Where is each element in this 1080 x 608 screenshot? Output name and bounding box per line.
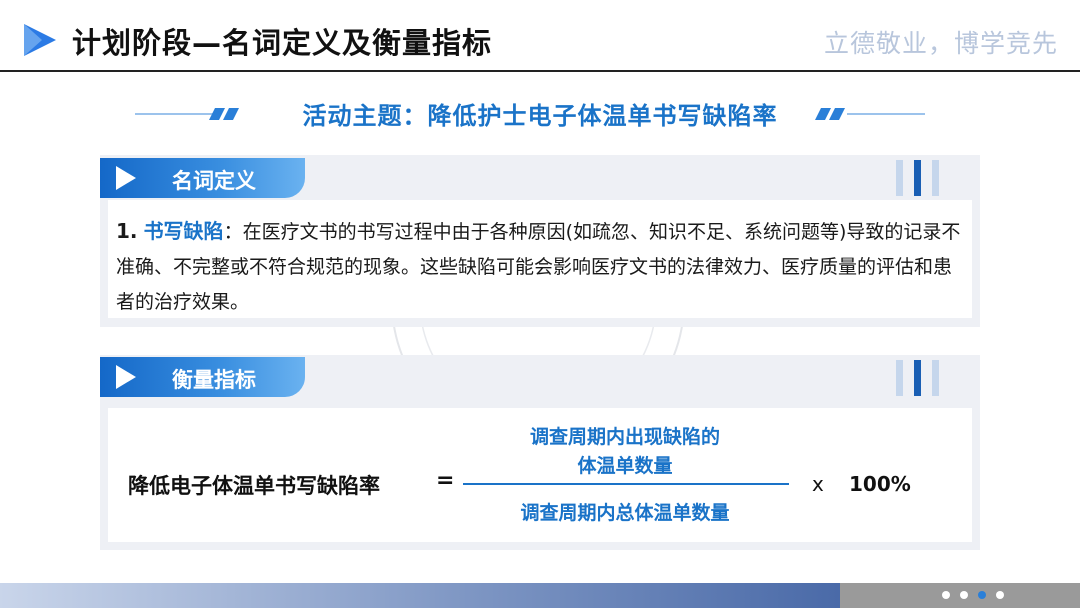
pagination-dot[interactable] (996, 591, 1004, 599)
footer-gradient-bar (0, 583, 840, 608)
definition-bars-icon (896, 160, 946, 196)
formula-percent: 100% (849, 472, 911, 496)
definition-tab: 名词定义 (100, 158, 305, 198)
definition-item: 1. 书写缺陷：在医疗文书的书写过程中由于各种原因(如疏忽、知识不足、系统问题等… (116, 214, 966, 320)
metric-tab: 衡量指标 (100, 357, 305, 397)
header-motto: 立德敬业，博学竞先 (823, 29, 1058, 58)
theme-topic: 降低护士电子体温单书写缺陷率 (427, 102, 778, 130)
formula-numerator-line2: 体温单数量 (577, 455, 673, 477)
definition-text: 在医疗文书的书写过程中由于各种原因(如疏忽、知识不足、系统问题等)导致的记录不准… (116, 221, 961, 313)
formula-fraction-bar (463, 483, 789, 485)
definition-term: 书写缺陷 (143, 219, 224, 243)
formula-denominator: 调查周期内总体温单数量 (520, 502, 730, 524)
formula-left-side: 降低电子体温单书写缺陷率 (128, 474, 380, 498)
theme-decoration-right (815, 108, 925, 120)
definition-item-number: 1. (116, 219, 138, 243)
header-arrow-icon (24, 24, 56, 56)
formula-times: x (812, 472, 824, 496)
pagination-dot[interactable] (960, 591, 968, 599)
definition-separator: ： (223, 221, 243, 243)
page-title: 计划阶段—名词定义及衡量指标 (72, 26, 493, 60)
metric-tab-label: 衡量指标 (172, 368, 256, 392)
theme-label: 活动主题： (302, 102, 428, 130)
definition-tab-label: 名词定义 (172, 169, 256, 193)
metric-bars-icon (896, 360, 946, 396)
header-divider (0, 70, 1080, 72)
pagination-dot[interactable] (978, 591, 986, 599)
formula-numerator-line1: 调查周期内出现缺陷的 (529, 426, 720, 448)
pagination-dot[interactable] (942, 591, 950, 599)
play-arrow-icon (116, 365, 136, 389)
formula-equals: = (436, 468, 455, 493)
play-arrow-icon (116, 166, 136, 190)
